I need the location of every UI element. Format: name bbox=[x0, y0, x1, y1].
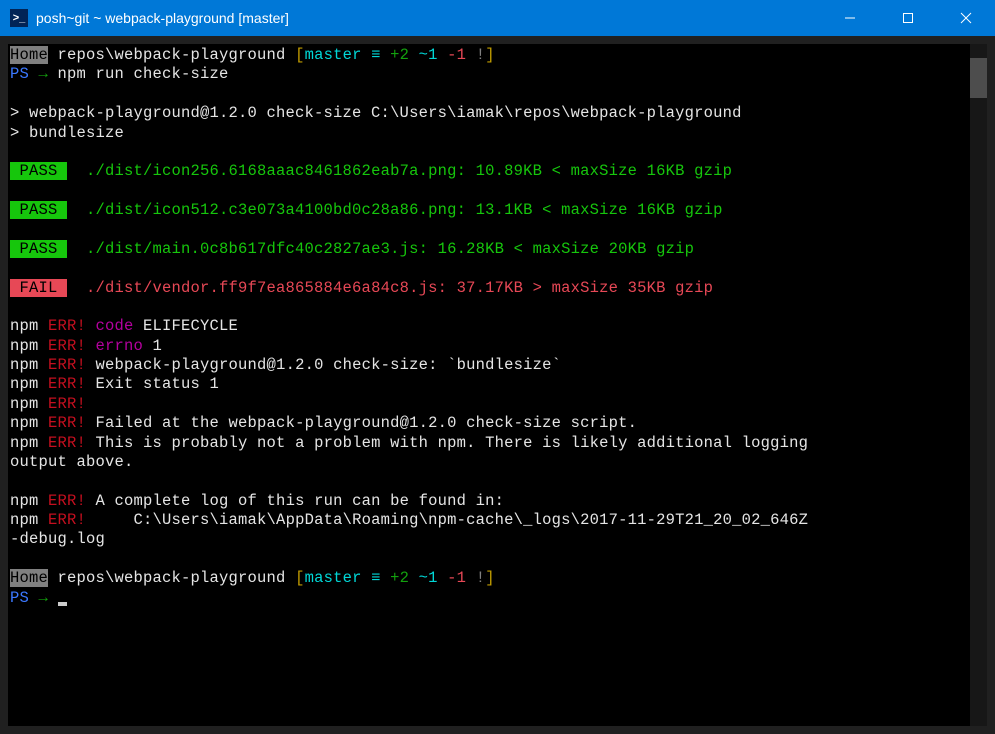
maximize-button[interactable] bbox=[879, 0, 937, 36]
npm-label: npm bbox=[10, 317, 39, 335]
err-label: ERR! bbox=[39, 492, 87, 510]
err-label: ERR! bbox=[39, 337, 87, 355]
terminal-container: Home repos\webpack-playground [master ≡ … bbox=[8, 44, 987, 726]
npm-label: npm bbox=[10, 337, 39, 355]
npm-label: npm bbox=[10, 511, 39, 529]
branch-open: [ bbox=[295, 46, 305, 64]
result-line: ./dist/vendor.ff9f7ea865884e6a84c8.js: 3… bbox=[67, 279, 713, 297]
npm-run-header: > webpack-playground@1.2.0 check-size C:… bbox=[10, 104, 742, 122]
sep bbox=[438, 46, 448, 64]
npm-label: npm bbox=[10, 414, 39, 432]
scrollbar-thumb[interactable] bbox=[970, 58, 987, 98]
excl: ! bbox=[466, 46, 485, 64]
minimize-button[interactable] bbox=[821, 0, 879, 36]
prompt-home: Home bbox=[10, 46, 48, 64]
prompt-path: repos\webpack-playground bbox=[48, 46, 295, 64]
modified-count: ~1 bbox=[419, 569, 438, 587]
err-text: Exit status 1 bbox=[86, 375, 219, 393]
ahead-count: +2 bbox=[390, 569, 409, 587]
npm-label: npm bbox=[10, 492, 39, 510]
err-text: output above. bbox=[10, 453, 134, 471]
scrollbar[interactable] bbox=[970, 44, 987, 726]
err-label: ERR! bbox=[39, 375, 87, 393]
powershell-icon: >_ bbox=[10, 9, 28, 27]
arrow-icon: → bbox=[29, 589, 58, 607]
result-line: ./dist/icon256.6168aaac8461862eab7a.png:… bbox=[67, 162, 732, 180]
npm-label: npm bbox=[10, 356, 39, 374]
prompt-path: repos\webpack-playground bbox=[48, 569, 295, 587]
deleted-count: -1 bbox=[447, 46, 466, 64]
modified-count: ~1 bbox=[419, 46, 438, 64]
npm-run-script: > bundlesize bbox=[10, 124, 124, 142]
err-text: A complete log of this run can be found … bbox=[86, 492, 504, 510]
branch-close: ] bbox=[485, 569, 495, 587]
command-text: npm run check-size bbox=[58, 65, 229, 83]
code-label: code bbox=[86, 317, 134, 335]
err-text: C:\Users\iamak\AppData\Roaming\npm-cache… bbox=[86, 511, 808, 529]
branch-equiv: ≡ bbox=[362, 569, 391, 587]
prompt-home: Home bbox=[10, 569, 48, 587]
close-button[interactable] bbox=[937, 0, 995, 36]
branch-equiv: ≡ bbox=[362, 46, 391, 64]
err-text: Failed at the webpack-playground@1.2.0 c… bbox=[86, 414, 637, 432]
err-text: -debug.log bbox=[10, 530, 105, 548]
deleted-count: -1 bbox=[447, 569, 466, 587]
titlebar[interactable]: >_ posh~git ~ webpack-playground [master… bbox=[0, 0, 995, 36]
err-label: ERR! bbox=[39, 356, 87, 374]
branch-close: ] bbox=[485, 46, 495, 64]
terminal-output[interactable]: Home repos\webpack-playground [master ≡ … bbox=[8, 44, 987, 610]
err-text: This is probably not a problem with npm.… bbox=[86, 434, 818, 452]
err-label: ERR! bbox=[39, 395, 87, 413]
sep bbox=[438, 569, 448, 587]
ps-prompt: PS bbox=[10, 65, 29, 83]
branch-name: master bbox=[305, 46, 362, 64]
npm-label: npm bbox=[10, 395, 39, 413]
pass-badge: PASS bbox=[10, 240, 67, 258]
err-text: webpack-playground@1.2.0 check-size: `bu… bbox=[86, 356, 561, 374]
err-label: ERR! bbox=[39, 414, 87, 432]
ahead-count: +2 bbox=[390, 46, 409, 64]
err-label: ERR! bbox=[39, 434, 87, 452]
terminal-window: >_ posh~git ~ webpack-playground [master… bbox=[0, 0, 995, 734]
window-title: posh~git ~ webpack-playground [master] bbox=[36, 10, 821, 26]
branch-name: master bbox=[305, 569, 362, 587]
excl: ! bbox=[466, 569, 485, 587]
pass-badge: PASS bbox=[10, 201, 67, 219]
cursor bbox=[58, 602, 67, 606]
npm-label: npm bbox=[10, 434, 39, 452]
errno-label: errno bbox=[86, 337, 143, 355]
pass-badge: PASS bbox=[10, 162, 67, 180]
code-value: ELIFECYCLE bbox=[134, 317, 239, 335]
err-label: ERR! bbox=[39, 317, 87, 335]
ps-prompt: PS bbox=[10, 589, 29, 607]
errno-value: 1 bbox=[143, 337, 162, 355]
arrow-icon: → bbox=[29, 65, 58, 83]
result-line: ./dist/icon512.c3e073a4100bd0c28a86.png:… bbox=[67, 201, 723, 219]
sep bbox=[409, 46, 419, 64]
branch-open: [ bbox=[295, 569, 305, 587]
npm-label: npm bbox=[10, 375, 39, 393]
fail-badge: FAIL bbox=[10, 279, 67, 297]
sep bbox=[409, 569, 419, 587]
window-controls bbox=[821, 0, 995, 36]
result-line: ./dist/main.0c8b617dfc40c2827ae3.js: 16.… bbox=[67, 240, 694, 258]
err-label: ERR! bbox=[39, 511, 87, 529]
